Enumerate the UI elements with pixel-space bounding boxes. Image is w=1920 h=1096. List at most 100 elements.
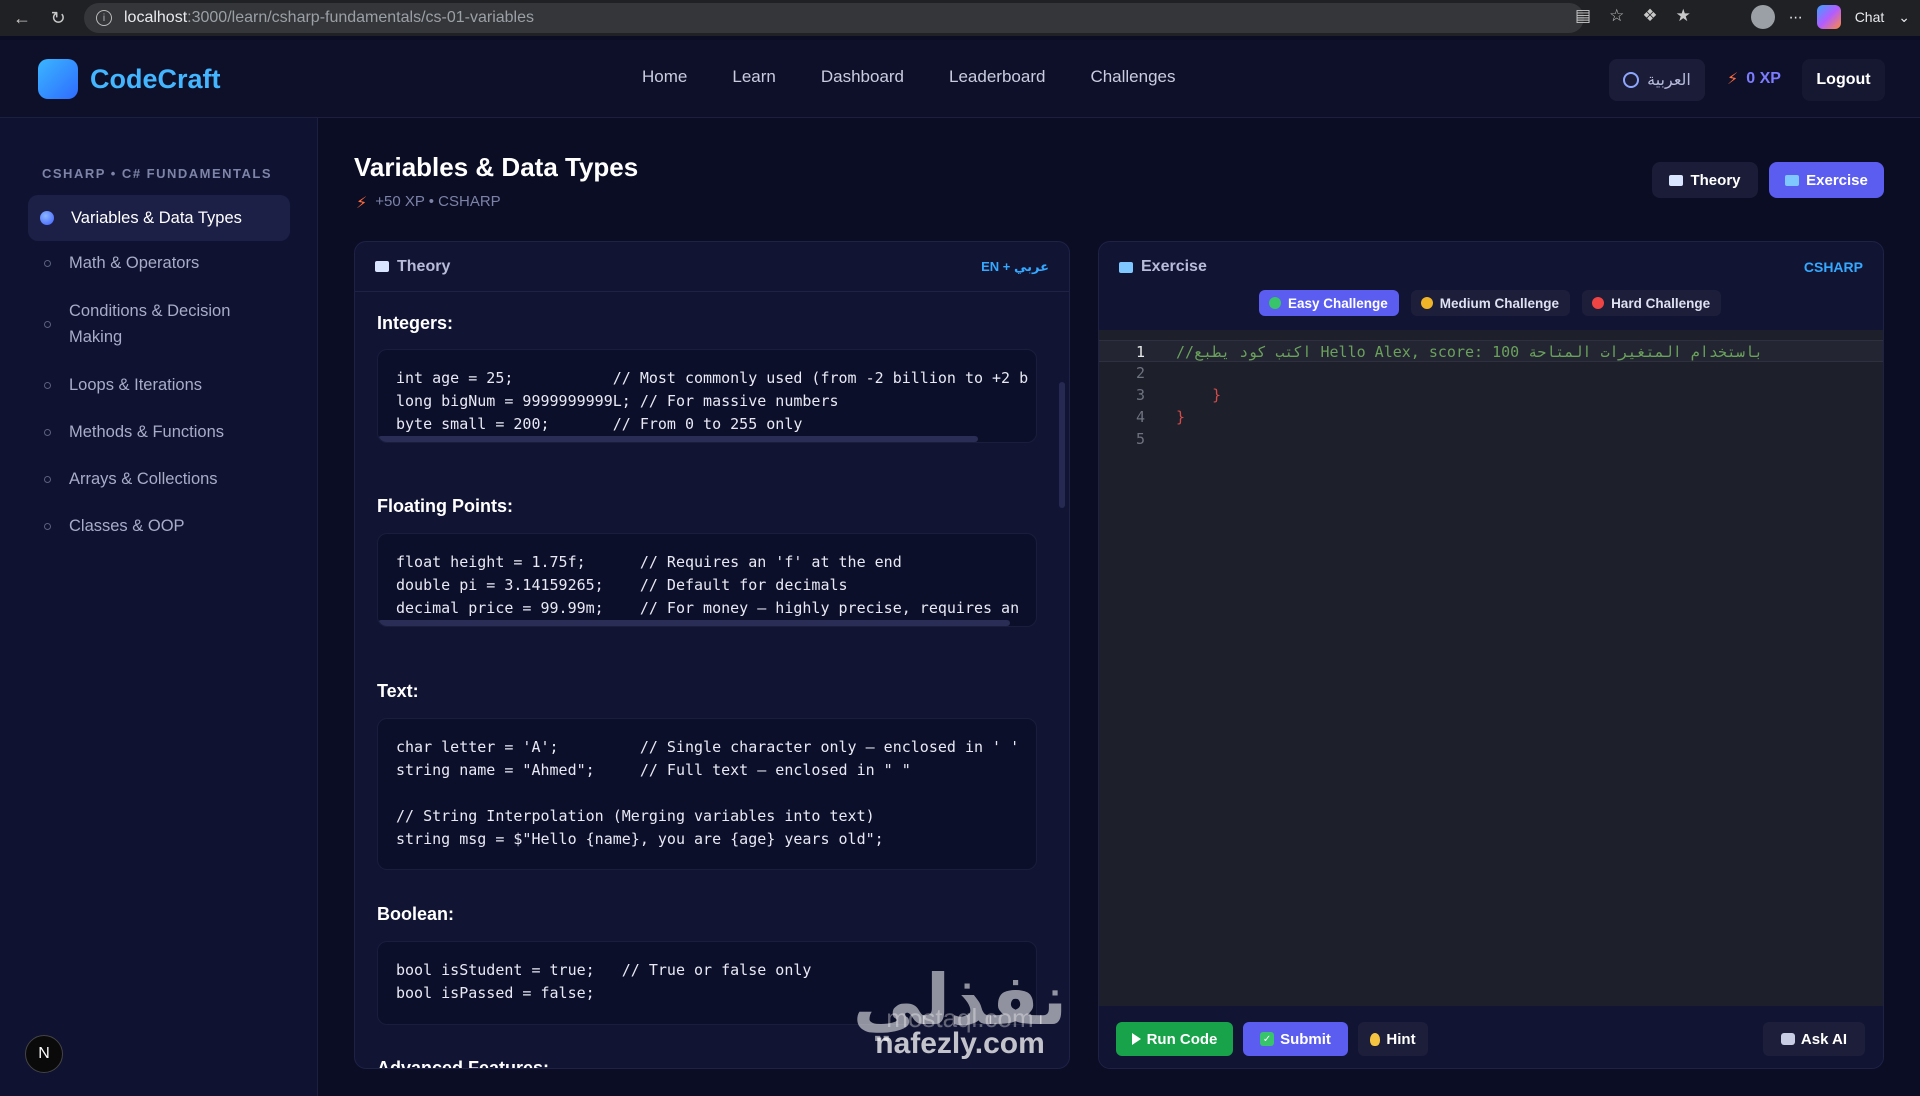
favorite-star-icon[interactable]: ☆ xyxy=(1609,6,1624,26)
code-text: int age = 25; // Most commonly used (fro… xyxy=(396,369,1029,433)
horizontal-scrollbar[interactable] xyxy=(378,620,1010,626)
exercise-panel: Exercise CSHARP Easy Challenge Medium Ch… xyxy=(1098,241,1884,1069)
ask-ai-button[interactable]: Ask AI xyxy=(1763,1022,1865,1056)
laptop-icon xyxy=(1785,174,1800,186)
back-icon[interactable]: ← xyxy=(8,4,36,32)
language-label: العربية xyxy=(1647,72,1691,89)
book-icon xyxy=(1669,174,1684,186)
exercise-panel-header: Exercise CSHARP xyxy=(1099,242,1883,292)
xp-counter: ⚡ 0 XP xyxy=(1727,69,1781,89)
exercise-mode-label: Exercise xyxy=(1806,171,1868,189)
editor-line[interactable]: 5 xyxy=(1099,428,1883,450)
line-text: } xyxy=(1176,408,1186,426)
section-title: Floating Points: xyxy=(377,496,513,516)
code-block: int age = 25; // Most commonly used (fro… xyxy=(377,349,1037,443)
sidebar-item-label: Math & Operators xyxy=(69,254,200,272)
brand-logo[interactable]: CodeCraft xyxy=(38,59,221,99)
sidebar-item-label: Variables & Data Types xyxy=(71,209,242,227)
nav-challenges[interactable]: Challenges xyxy=(1090,67,1175,87)
brand-name: CodeCraft xyxy=(90,63,221,94)
lesson-dot-icon xyxy=(44,259,51,267)
extensions-icon[interactable]: ❖ xyxy=(1642,6,1657,26)
hint-label: Hint xyxy=(1386,1030,1416,1048)
check-icon: ✓ xyxy=(1260,1032,1275,1046)
laptop-icon xyxy=(1119,261,1133,273)
line-text: //اكتب كود يطبع Hello Alex, score: 100 ب… xyxy=(1176,343,1764,361)
code-block: char letter = 'A'; // Single character o… xyxy=(377,718,1037,870)
line-number: 2 xyxy=(1135,364,1145,382)
sidebar-item-label: Loops & Iterations xyxy=(69,376,202,394)
nav-dashboard[interactable]: Dashboard xyxy=(821,67,904,87)
sidebar-item-conditions[interactable]: Conditions & Decision Making xyxy=(28,298,290,350)
run-code-button[interactable]: Run Code xyxy=(1116,1022,1233,1056)
reader-mode-icon[interactable]: ▤ xyxy=(1575,6,1591,26)
tab-label: Easy Challenge xyxy=(1288,295,1388,311)
theory-mode-label: Theory xyxy=(1690,171,1741,189)
tab-easy-challenge[interactable]: Easy Challenge xyxy=(1259,290,1399,316)
reload-icon[interactable]: ↻ xyxy=(44,4,72,32)
nav-leaderboard[interactable]: Leaderboard xyxy=(949,67,1045,87)
editor-line[interactable]: 4 } xyxy=(1099,406,1883,428)
robot-icon xyxy=(1780,1033,1795,1045)
nav-learn[interactable]: Learn xyxy=(732,67,775,87)
horizontal-scrollbar[interactable] xyxy=(378,436,978,442)
top-nav: Home Learn Dashboard Leaderboard Challen… xyxy=(642,67,1176,87)
sidebar-item-loops[interactable]: Loops & Iterations xyxy=(28,372,290,398)
language-mode-toggle[interactable]: EN + عربي xyxy=(981,259,1049,275)
sidebar-item-methods[interactable]: Methods & Functions xyxy=(28,419,290,445)
section-title: Boolean: xyxy=(377,904,455,924)
sidebar-item-label: Conditions & Decision Making xyxy=(69,302,231,346)
more-menu-icon[interactable]: ⋯ xyxy=(1789,9,1803,26)
line-number: 4 xyxy=(1135,408,1145,426)
tab-label: Medium Challenge xyxy=(1439,295,1560,311)
book-icon xyxy=(375,261,389,272)
theory-panel-header: Theory EN + عربي xyxy=(355,242,1069,292)
code-block: float height = 1.75f; // Requires an 'f'… xyxy=(377,533,1037,627)
editor-line[interactable]: 3 } xyxy=(1099,384,1883,406)
ask-ai-label: Ask AI xyxy=(1800,1030,1848,1048)
profile-avatar-icon[interactable] xyxy=(1750,5,1775,29)
chevron-down-icon[interactable]: ⌄ xyxy=(1898,9,1910,26)
lightning-icon: ⚡ xyxy=(356,195,368,212)
hint-button[interactable]: Hint xyxy=(1358,1022,1428,1056)
copilot-icon[interactable] xyxy=(1816,5,1841,29)
sidebar-item-math[interactable]: Math & Operators xyxy=(28,250,290,276)
course-label: CSHARP • C# FUNDAMENTALS xyxy=(42,166,273,181)
sidebar-item-variables[interactable]: Variables & Data Types xyxy=(28,195,290,241)
browser-toolbar: ← ↻ i localhost:3000/learn/csharp-fundam… xyxy=(0,0,1920,36)
editor-line[interactable]: 1 //اكتب كود يطبع Hello Alex, score: 100… xyxy=(1099,340,1883,362)
section-title: Advanced Features: xyxy=(377,1058,550,1069)
exercise-panel-title: Exercise xyxy=(1141,258,1207,275)
editor-line[interactable]: 2 xyxy=(1099,362,1883,384)
chat-label[interactable]: Chat xyxy=(1855,9,1885,25)
line-number: 3 xyxy=(1135,386,1145,404)
lesson-subtitle: ⚡ +50 XP • CSHARP xyxy=(356,193,501,213)
vertical-scrollbar[interactable] xyxy=(1059,382,1065,508)
nav-home[interactable]: Home xyxy=(642,67,687,87)
user-avatar[interactable]: N xyxy=(25,1035,63,1073)
theory-mode-button[interactable]: Theory xyxy=(1652,162,1758,198)
code-text: float height = 1.75f; // Requires an 'f'… xyxy=(396,553,1020,617)
site-info-icon[interactable]: i xyxy=(96,10,112,26)
sidebar-item-label: Methods & Functions xyxy=(69,423,224,441)
tab-medium-challenge[interactable]: Medium Challenge xyxy=(1410,290,1571,316)
section-title: Integers: xyxy=(377,313,454,333)
sidebar-item-arrays[interactable]: Arrays & Collections xyxy=(28,466,290,492)
sidebar-item-classes[interactable]: Classes & OOP xyxy=(28,513,290,539)
language-toggle-button[interactable]: العربية xyxy=(1609,59,1705,101)
tab-hard-challenge[interactable]: Hard Challenge xyxy=(1582,290,1722,316)
theory-content[interactable]: Integers: int age = 25; // Most commonly… xyxy=(355,293,1069,1069)
run-label: Run Code xyxy=(1146,1030,1218,1048)
code-editor[interactable]: 1 //اكتب كود يطبع Hello Alex, score: 100… xyxy=(1099,330,1883,1006)
line-text: } xyxy=(1176,386,1222,404)
play-icon xyxy=(1131,1033,1141,1045)
address-bar[interactable]: i localhost:3000/learn/csharp-fundamenta… xyxy=(84,3,1584,33)
yellow-circle-icon xyxy=(1420,297,1433,309)
submit-button[interactable]: ✓ Submit xyxy=(1243,1022,1348,1056)
logout-button[interactable]: Logout xyxy=(1802,59,1885,101)
exercise-mode-button[interactable]: Exercise xyxy=(1769,162,1884,198)
sidebar-item-label: Classes & OOP xyxy=(69,517,185,535)
favorites-icon[interactable]: ★ xyxy=(1676,6,1691,26)
lesson-meta: +50 XP • CSHARP xyxy=(375,193,501,210)
line-number: 5 xyxy=(1135,430,1145,448)
